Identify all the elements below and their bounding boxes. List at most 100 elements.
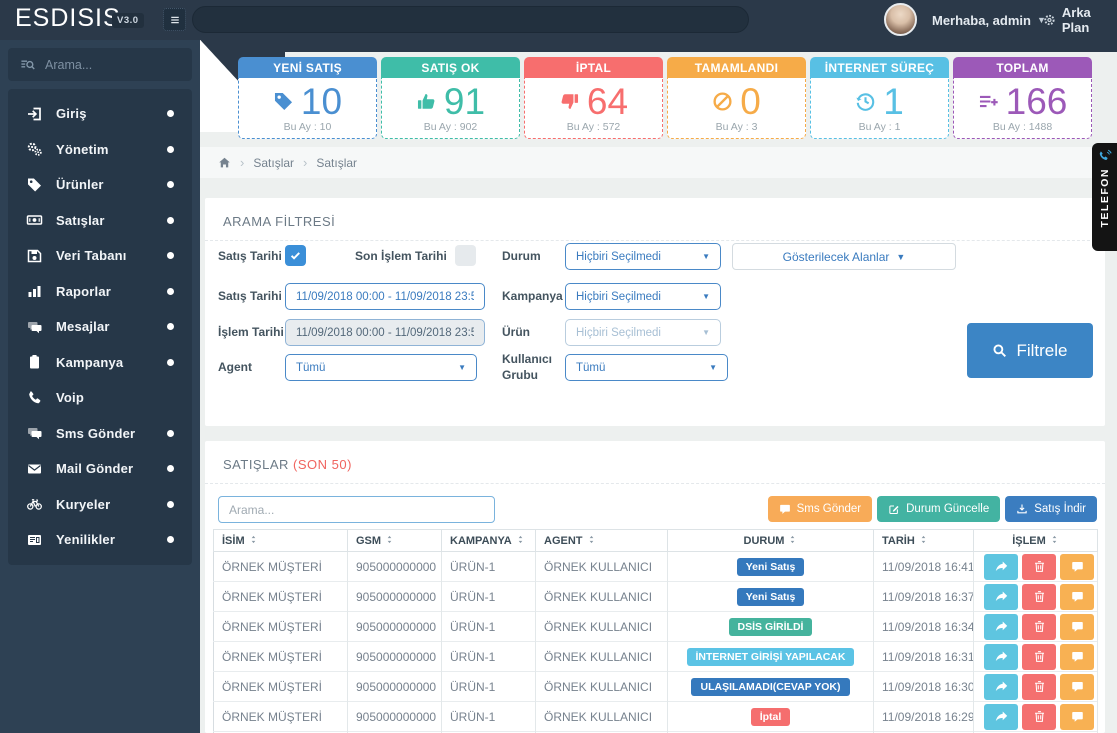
agent-cell: ÖRNEK KULLANICI <box>535 671 668 702</box>
user-group-label: Kullanıcı Grubu <box>502 352 553 383</box>
sidebar-item-mesajlar[interactable]: Mesajlar <box>8 309 192 345</box>
islem-cell <box>973 641 1098 672</box>
sidebar-item-sms-gonder[interactable]: Sms Gönder <box>8 416 192 452</box>
filter-button[interactable]: Filtrele <box>967 323 1093 378</box>
stat-card-value: 1 <box>883 81 904 122</box>
column-header-i-si-m[interactable]: İSİM <box>213 529 348 552</box>
user-group-select[interactable]: Tümü ▼ <box>565 354 728 381</box>
sales-panel: SATIŞLAR (SON 50) Sms GönderDurum Güncel… <box>205 441 1105 733</box>
sidebar-menu: Giriş Yönetim Ürünler Satışlar Veri Tabanı Ra… <box>8 89 192 565</box>
status-select[interactable]: Hiçbiri Seçilmedi ▼ <box>565 243 721 270</box>
app-version-badge: V3.0 <box>112 13 144 28</box>
sidebar-item-label: Yönetim <box>56 141 109 157</box>
tarih-cell: 11/09/2018 16:37 <box>873 581 974 612</box>
op-date-range-input <box>285 319 485 346</box>
durum-guncelle-button[interactable]: Durum Güncelle <box>877 496 1001 522</box>
background-menu[interactable]: Arka Plan <box>1043 0 1117 40</box>
sms-gonder-button[interactable]: Sms Gönder <box>767 496 873 522</box>
satis-i-ndir-button[interactable]: Satış İndir <box>1005 496 1097 522</box>
user-menu[interactable]: Merhaba, admin ▼ <box>932 0 1046 40</box>
comment-action-button[interactable] <box>1060 643 1094 670</box>
isim-cell: ÖRNEK MÜŞTERİ <box>213 581 348 612</box>
op-date-label: İşlem Tarihi <box>218 325 284 339</box>
sidebar-item-mail-gonder[interactable]: Mail Gönder <box>8 451 192 487</box>
phone-tab[interactable]: TELEFON <box>1092 143 1117 251</box>
sidebar-toggle-button[interactable] <box>163 8 186 31</box>
sales-search-input[interactable] <box>218 496 495 523</box>
sale-date-range-input[interactable] <box>285 283 485 310</box>
comment-action-button[interactable] <box>1060 553 1094 580</box>
avatar[interactable] <box>884 3 917 36</box>
top-strip <box>200 40 1117 52</box>
stat-card-value: 166 <box>1005 81 1068 122</box>
gear-icon <box>1043 13 1056 27</box>
campaign-select[interactable]: Hiçbiri Seçilmedi ▼ <box>565 283 721 310</box>
global-search-input[interactable] <box>192 6 749 33</box>
comment-action-button[interactable] <box>1060 673 1094 700</box>
sort-icon <box>788 534 797 545</box>
column-header-gsm[interactable]: GSM <box>347 529 442 552</box>
delete-action-button[interactable] <box>1022 643 1056 670</box>
sidebar-item-voip[interactable]: Voip <box>8 380 192 416</box>
last-op-date-check-label: Son İşlem Tarihi <box>355 249 447 263</box>
breadcrumb: › Satışlar › Satışlar <box>200 147 1117 178</box>
isim-cell: ÖRNEK MÜŞTERİ <box>213 671 348 702</box>
sidebar-item-yonetim[interactable]: Yönetim <box>8 132 192 168</box>
delete-action-button[interactable] <box>1022 703 1056 730</box>
comment-action-button[interactable] <box>1060 613 1094 640</box>
sidebar-item-yenilikler[interactable]: Yenilikler <box>8 522 192 558</box>
delete-action-button[interactable] <box>1022 553 1056 580</box>
sale-date-label: Satış Tarihi <box>218 289 282 303</box>
breadcrumb-satislar-2[interactable]: Satışlar <box>316 156 357 170</box>
durum-cell: DSİS GİRİLDİ <box>667 611 874 642</box>
kampanya-cell: ÜRÜN-1 <box>441 611 536 642</box>
delete-action-button[interactable] <box>1022 673 1056 700</box>
sale-date-checkbox[interactable] <box>285 245 306 266</box>
column-header-tari-h[interactable]: TARİH <box>873 529 974 552</box>
comment-action-button[interactable] <box>1060 583 1094 610</box>
forward-action-button[interactable] <box>984 643 1018 670</box>
home-icon[interactable] <box>218 156 231 169</box>
agent-select[interactable]: Tümü ▼ <box>285 354 477 381</box>
isim-cell: ÖRNEK MÜŞTERİ <box>213 701 348 732</box>
delete-action-button[interactable] <box>1022 613 1056 640</box>
sidebar-item-kampanya[interactable]: Kampanya <box>8 345 192 381</box>
sidebar-item-urunler[interactable]: Ürünler <box>8 167 192 203</box>
sidebar-item-satislar[interactable]: Satışlar <box>8 203 192 239</box>
column-header-i-slem[interactable]: İŞLEM <box>973 529 1098 552</box>
tag-icon <box>26 177 43 193</box>
database-icon <box>26 248 43 264</box>
breadcrumb-satislar-1[interactable]: Satışlar <box>253 156 294 170</box>
last-op-date-checkbox[interactable] <box>455 245 476 266</box>
forward-action-button[interactable] <box>984 703 1018 730</box>
sidebar-item-giris[interactable]: Giriş <box>8 96 192 132</box>
sidebar-item-veri-tabani[interactable]: Veri Tabanı <box>8 238 192 274</box>
sidebar-item-kuryeler[interactable]: Kuryeler <box>8 487 192 523</box>
column-header-agent[interactable]: AGENT <box>535 529 668 552</box>
column-header-kampanya[interactable]: KAMPANYA <box>441 529 536 552</box>
sidebar-item-label: Veri Tabanı <box>56 248 127 264</box>
islem-cell <box>973 551 1098 582</box>
visible-fields-dropdown[interactable]: Gösterilecek Alanlar ▼ <box>732 243 956 270</box>
sidebar-search-input[interactable]: Arama... <box>8 48 192 81</box>
forward-action-button[interactable] <box>984 673 1018 700</box>
column-header-durum[interactable]: DURUM <box>667 529 874 552</box>
sort-icon <box>249 534 258 545</box>
sidebar-item-label: Kuryeler <box>56 496 111 512</box>
trash-icon <box>1033 620 1046 633</box>
stat-card-month: Bu Ay : 1488 <box>992 121 1053 133</box>
check-icon <box>289 249 302 262</box>
forward-action-button[interactable] <box>984 583 1018 610</box>
column-label: KAMPANYA <box>450 535 512 547</box>
divider <box>205 483 1105 484</box>
column-label: GSM <box>356 535 382 547</box>
stat-card-title: SATIŞ OK <box>381 57 520 78</box>
sidebar-item-raporlar[interactable]: Raporlar <box>8 274 192 310</box>
forward-action-button[interactable] <box>984 613 1018 640</box>
comment-action-button[interactable] <box>1060 703 1094 730</box>
table-row: ÖRNEK MÜŞTERİ905000000000ÜRÜN-1ÖRNEK KUL… <box>213 641 1098 672</box>
forward-action-button[interactable] <box>984 553 1018 580</box>
sidebar: Arama... Giriş Yönetim Ürünler Satışlar Veri… <box>0 40 200 733</box>
phone-tab-label: TELEFON <box>1098 168 1111 228</box>
delete-action-button[interactable] <box>1022 583 1056 610</box>
